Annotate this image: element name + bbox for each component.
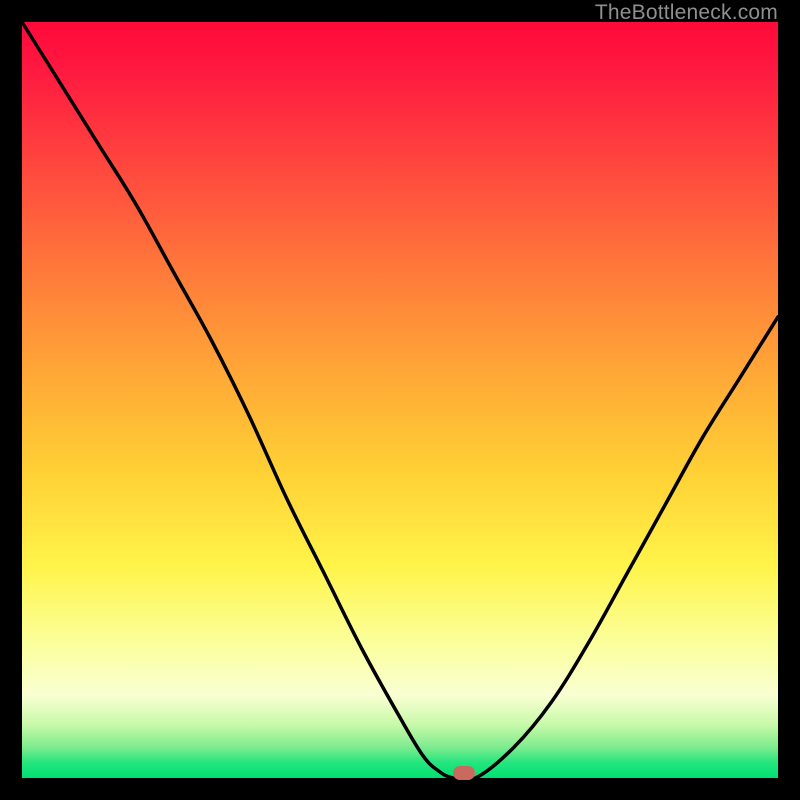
plot-area xyxy=(22,22,778,778)
optimum-marker xyxy=(453,766,475,780)
bottleneck-curve xyxy=(22,22,778,778)
chart-frame: TheBottleneck.com xyxy=(0,0,800,800)
